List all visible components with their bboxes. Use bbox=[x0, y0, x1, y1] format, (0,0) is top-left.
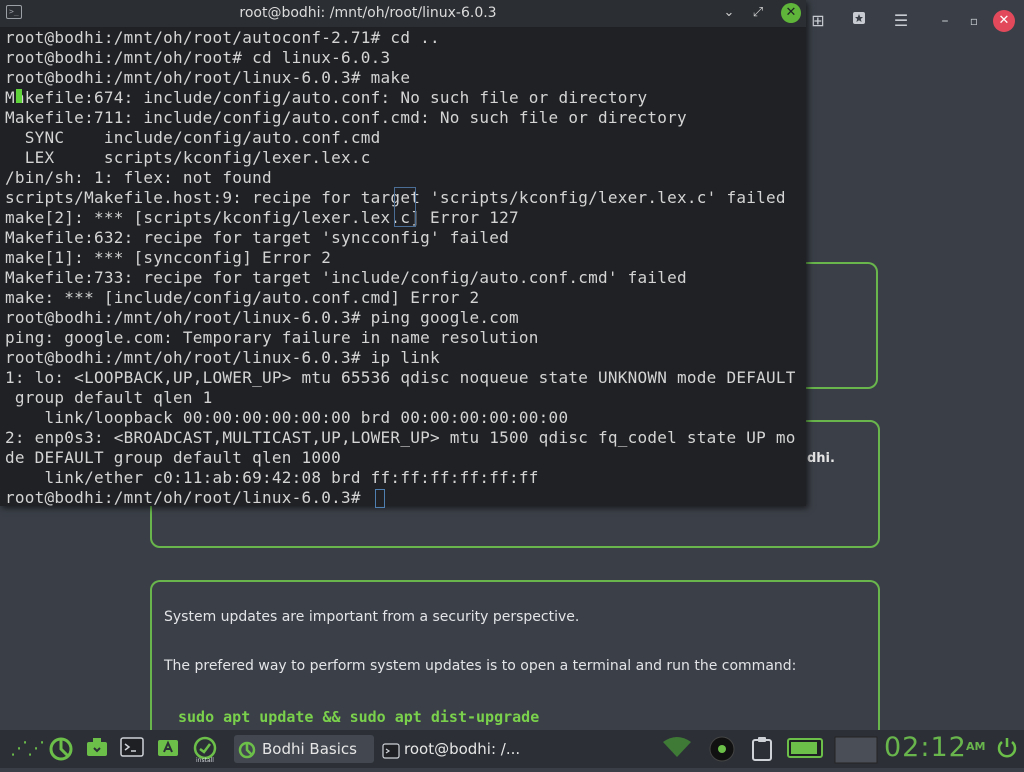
maximize-icon[interactable]: ⤢ bbox=[749, 4, 767, 22]
terminal-line: ping: google.com: Temporary failure in n… bbox=[5, 328, 539, 347]
terminal-window[interactable]: >_ root@bodhi: /mnt/oh/root/linux-6.0.3 … bbox=[0, 0, 806, 506]
restore-icon[interactable]: ▫ bbox=[963, 10, 985, 32]
mouse-text-cursor bbox=[16, 89, 22, 103]
terminal-line: 1: lo: <LOOPBACK,UP,LOWER_UP> mtu 65536 … bbox=[5, 368, 796, 387]
terminal-line: make[2]: *** [scripts/kconfig/lexer.lex.… bbox=[5, 208, 519, 227]
minimize-icon[interactable]: ⌄ bbox=[720, 4, 738, 22]
terminal-line: root@bodhi:/mnt/oh/root/linux-6.0.3# mak… bbox=[5, 68, 411, 87]
terminal-line: de DEFAULT group default qlen 1000 bbox=[5, 448, 342, 467]
close-icon[interactable]: ✕ bbox=[993, 10, 1015, 32]
terminal-launcher-icon[interactable] bbox=[119, 736, 145, 762]
terminal-title: root@bodhi: /mnt/oh/root/linux-6.0.3 bbox=[239, 5, 497, 21]
updates-paragraph-1: System updates are important from a secu… bbox=[164, 609, 580, 625]
terminal-output[interactable]: root@bodhi:/mnt/oh/root/autoconf-2.71# c… bbox=[0, 28, 806, 506]
terminal-line: root@bodhi:/mnt/oh/root/autoconf-2.71# c… bbox=[5, 28, 440, 47]
dots-handle-icon[interactable]: ⋰⋰ bbox=[10, 738, 45, 759]
terminal-line: 2: enp0s3: <BROADCAST,MULTICAST,UP,LOWER… bbox=[5, 428, 796, 447]
terminal-cursor bbox=[375, 489, 385, 508]
terminal-prompt[interactable]: root@bodhi:/mnt/oh/root/linux-6.0.3# bbox=[5, 488, 371, 506]
text-selection-highlight bbox=[394, 187, 416, 227]
terminal-line: LEX scripts/kconfig/lexer.lex.c bbox=[5, 148, 371, 167]
terminal-line: link/loopback 00:00:00:00:00:00 brd 00:0… bbox=[5, 408, 569, 427]
terminal-task-icon bbox=[382, 740, 400, 759]
updates-paragraph-2: The prefered way to perform system updat… bbox=[164, 658, 797, 674]
update-command: sudo apt update && sudo apt dist-upgrade bbox=[178, 708, 540, 726]
clock[interactable]: 02:12 bbox=[884, 732, 967, 763]
task-label: Bodhi Basics bbox=[262, 740, 357, 758]
bodhi-menu-icon[interactable] bbox=[46, 736, 76, 762]
clock-ampm: AM bbox=[966, 740, 986, 753]
terminal-line: root@bodhi:/mnt/oh/root/linux-6.0.3# pin… bbox=[5, 308, 519, 327]
terminal-line: Makefile:711: include/config/auto.conf.c… bbox=[5, 108, 687, 127]
app-center-icon[interactable] bbox=[155, 736, 181, 762]
terminal-line: root@bodhi:/mnt/oh/root# cd linux-6.0.3 bbox=[5, 48, 391, 67]
pager-icon[interactable] bbox=[834, 736, 878, 764]
card2-text-tail: dhi. bbox=[807, 451, 835, 466]
install-label: install bbox=[196, 757, 214, 764]
terminal-line: make: *** [include/config/auto.conf.cmd]… bbox=[5, 288, 480, 307]
clipboard-icon[interactable] bbox=[748, 736, 776, 762]
terminal-line: Makefile:632: recipe for target 'synccon… bbox=[5, 228, 510, 247]
terminal-line: /bin/sh: 1: flex: not found bbox=[5, 168, 272, 187]
terminal-line: link/ether c0:11:ab:69:42:08 brd ff:ff:f… bbox=[5, 468, 539, 487]
bookmark-star-icon[interactable] bbox=[848, 10, 870, 32]
bodhi-logo-icon bbox=[238, 740, 256, 759]
terminal-line: SYNC include/config/auto.conf.cmd bbox=[5, 128, 381, 147]
terminal-line: make[1]: *** [syncconfig] Error 2 bbox=[5, 248, 332, 267]
wifi-icon[interactable] bbox=[660, 736, 694, 762]
task-label: root@bodhi: /... bbox=[404, 740, 521, 758]
media-disc-icon[interactable] bbox=[705, 736, 739, 762]
terminal-line: Makefile:733: recipe for target 'include… bbox=[5, 268, 687, 287]
task-terminal[interactable]: root@bodhi: /... bbox=[376, 735, 544, 763]
task-bodhi-basics[interactable]: Bodhi Basics bbox=[234, 735, 374, 763]
taskbar: ⋰⋰ install Bodhi Basics root@bodhi: /... bbox=[0, 730, 1024, 768]
terminal-line: Makefile:674: include/config/auto.conf: … bbox=[5, 88, 648, 107]
power-icon[interactable] bbox=[994, 736, 1020, 762]
terminal-line: group default qlen 1 bbox=[5, 388, 213, 407]
battery-icon[interactable] bbox=[786, 736, 826, 762]
menu-icon[interactable]: ☰ bbox=[890, 10, 912, 32]
close-icon[interactable]: ✕ bbox=[781, 3, 801, 23]
add-tab-icon[interactable]: ⊞ bbox=[807, 10, 829, 32]
file-manager-icon[interactable] bbox=[84, 736, 110, 762]
terminal-line: root@bodhi:/mnt/oh/root/linux-6.0.3# ip … bbox=[5, 348, 440, 367]
terminal-titlebar[interactable]: >_ root@bodhi: /mnt/oh/root/linux-6.0.3 … bbox=[0, 0, 806, 27]
minimize-icon[interactable]: – bbox=[934, 10, 956, 32]
